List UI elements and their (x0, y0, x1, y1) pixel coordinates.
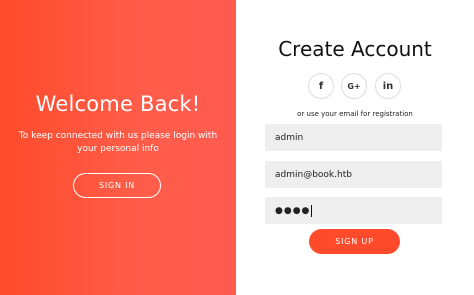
form-title: Create Account (278, 37, 432, 61)
sign-in-button[interactable]: SIGN IN (73, 173, 161, 198)
google-plus-icon[interactable]: G+ (341, 73, 367, 99)
name-input-value: admin (275, 132, 304, 143)
sign-up-button[interactable]: SIGN UP (309, 229, 400, 254)
text-cursor (311, 204, 313, 217)
overlay-panel: Welcome Back! To keep connected with us … (0, 0, 236, 295)
welcome-text: To keep connected with us please login w… (18, 131, 218, 154)
password-input-value: ●●●● (275, 205, 311, 216)
email-input[interactable]: admin@book.htb (265, 161, 442, 188)
password-input[interactable]: ●●●● (265, 197, 442, 224)
alt-registration-text: or use your email for registration (297, 110, 413, 118)
signup-form: Create Account f G+ in or use your email… (236, 0, 474, 295)
welcome-title: Welcome Back! (35, 92, 201, 116)
social-buttons: f G+ in (236, 73, 474, 99)
name-input[interactable]: admin (265, 124, 442, 151)
facebook-icon[interactable]: f (308, 73, 334, 99)
linkedin-icon[interactable]: in (375, 73, 401, 99)
email-input-value: admin@book.htb (275, 169, 352, 180)
